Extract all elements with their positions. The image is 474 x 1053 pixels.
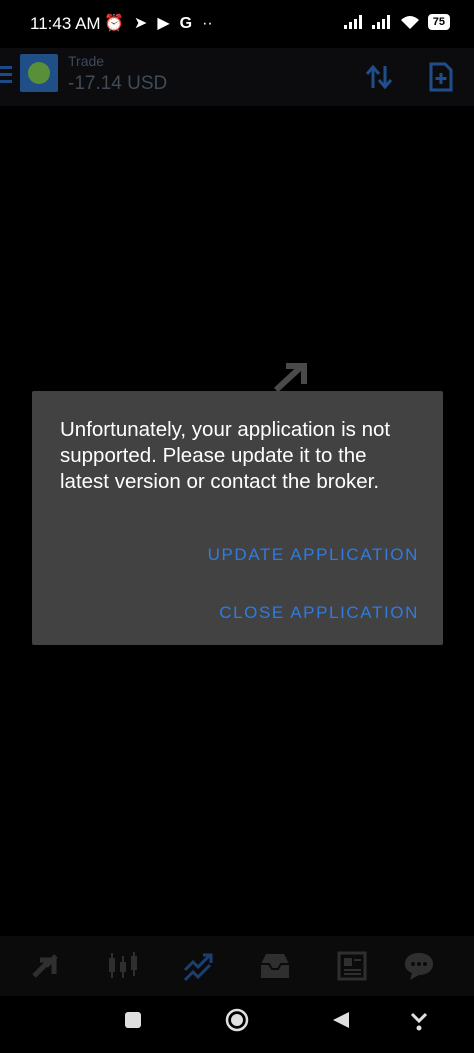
signal-icon: [343, 15, 362, 29]
play-icon: ▶: [157, 15, 170, 32]
history-icon: [261, 954, 289, 978]
signal-icon: [371, 15, 390, 29]
sort-button[interactable]: [364, 62, 394, 92]
alarm-icon: ⏰: [104, 15, 124, 32]
account-logo[interactable]: [20, 54, 58, 92]
account-balance: -17.14 USD: [68, 73, 168, 94]
toolbar-title: Trade: [68, 53, 105, 69]
close-application-button[interactable]: CLOSE APPLICATION: [219, 603, 419, 623]
system-navigation-bar: [0, 996, 474, 1053]
home-icon: [225, 1008, 249, 1032]
google-icon: G: [179, 15, 193, 32]
system-status-icons: 75: [343, 14, 450, 30]
status-bar: 11:43 AM ⏰ ➤ ▶ G ·· 75: [0, 0, 474, 48]
status-time: 11:43 AM: [30, 14, 101, 33]
wifi-icon: [400, 15, 419, 29]
recents-icon: [125, 1012, 141, 1028]
update-application-button[interactable]: UPDATE APPLICATION: [208, 545, 419, 565]
nav-news[interactable]: [334, 950, 368, 982]
sort-icon: [365, 64, 393, 90]
more-icon: ··: [202, 15, 213, 32]
unsupported-app-dialog: Unfortunately, your application is not s…: [32, 391, 443, 645]
telegram-icon: ➤: [133, 15, 148, 32]
news-icon: [337, 951, 367, 981]
notification-icons: ⏰ ➤ ▶ G ··: [104, 14, 213, 34]
quotes-icon: [32, 954, 58, 978]
nav-history[interactable]: [258, 950, 292, 982]
bottom-navigation: [0, 936, 474, 996]
back-button[interactable]: [331, 1010, 351, 1035]
back-icon: [333, 1012, 349, 1028]
nav-quotes[interactable]: [30, 950, 64, 982]
menu-icon[interactable]: [0, 66, 12, 86]
battery-level: 75: [427, 14, 450, 30]
nav-chat[interactable]: [402, 950, 436, 982]
app-toolbar: Trade -17.14 USD: [0, 48, 474, 106]
dialog-message: Unfortunately, your application is not s…: [60, 418, 391, 493]
nav-chart[interactable]: [106, 950, 140, 982]
chevron-down-icon: [410, 1012, 428, 1031]
new-document-icon: [429, 62, 453, 92]
chart-icon: [109, 952, 137, 978]
keyboard-hide-button[interactable]: [409, 1010, 429, 1037]
nav-trade[interactable]: [182, 950, 216, 982]
trade-icon: [183, 953, 213, 982]
recents-button[interactable]: [123, 1010, 143, 1035]
new-order-button[interactable]: [428, 62, 458, 92]
trade-arrow-icon: [273, 363, 307, 392]
home-button[interactable]: [225, 1008, 249, 1037]
chat-icon: [405, 953, 433, 980]
